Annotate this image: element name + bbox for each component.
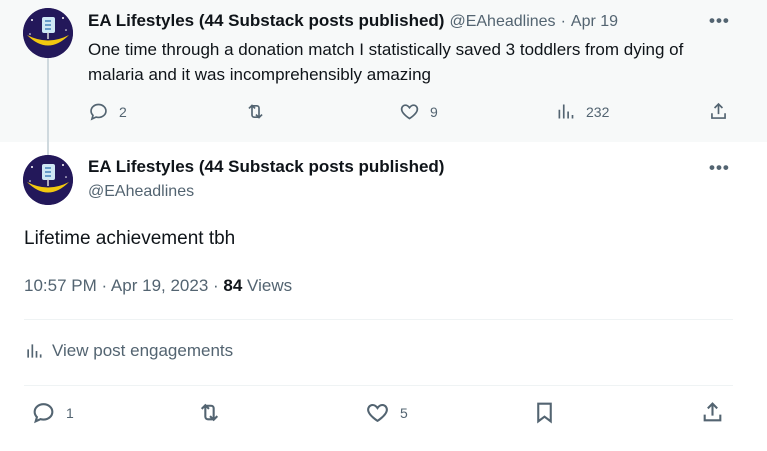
main-like-button[interactable]: 5 <box>365 400 408 425</box>
parent-separator: · <box>560 13 566 30</box>
main-repost-button[interactable] <box>197 400 222 425</box>
main-avatar[interactable] <box>23 155 73 205</box>
main-time-date[interactable]: 10:57 PM · Apr 19, 2023 · <box>24 276 223 295</box>
parent-views-button[interactable]: 232 <box>555 101 609 122</box>
parent-like-count: 9 <box>430 103 438 120</box>
view-engagements-link[interactable]: View post engagements <box>24 341 233 361</box>
more-icon[interactable]: ••• <box>709 11 730 31</box>
parent-reply-count: 2 <box>119 103 127 120</box>
divider <box>24 385 733 386</box>
repost-icon <box>248 104 263 119</box>
parent-repost-button[interactable] <box>245 101 276 122</box>
share-icon <box>703 402 722 422</box>
view-engagements-label: View post engagements <box>52 341 234 360</box>
main-reply-count: 1 <box>66 404 74 421</box>
reply-icon <box>33 403 54 424</box>
parent-author-handle[interactable]: @EAheadlines <box>449 13 555 31</box>
main-share-button[interactable] <box>700 400 725 425</box>
main-action-bar: 1 5 <box>24 400 733 430</box>
reply-icon <box>90 103 107 121</box>
main-view-count: 84 <box>223 276 243 295</box>
bookmark-icon <box>537 402 552 424</box>
thread-connector-line <box>47 58 49 158</box>
analytics-icon <box>558 104 574 119</box>
parent-tweet-text: One time through a donation match I stat… <box>88 40 684 84</box>
parent-view-count: 232 <box>586 103 610 120</box>
divider <box>24 319 733 320</box>
main-reply-button[interactable]: 1 <box>31 400 74 425</box>
analytics-icon <box>27 344 42 358</box>
parent-action-bar: 2 9 232 <box>88 101 733 129</box>
main-author-name[interactable]: EA Lifestyles (44 Substack posts publish… <box>88 157 444 177</box>
main-views-label: Views <box>242 276 293 295</box>
parent-like-button[interactable]: 9 <box>399 101 438 122</box>
heart-icon <box>400 104 419 120</box>
main-like-count: 5 <box>400 404 408 421</box>
parent-header: EA Lifestyles (44 Substack posts publish… <box>88 11 618 31</box>
main-bookmark-button[interactable] <box>532 400 557 425</box>
parent-share-button[interactable] <box>708 101 729 122</box>
main-tweet-timestamp: 10:57 PM · Apr 19, 2023 · 84 Views <box>24 276 292 296</box>
share-icon <box>711 102 726 119</box>
more-icon[interactable]: ••• <box>709 158 730 178</box>
repost-icon <box>200 403 219 422</box>
main-author-handle[interactable]: @EAheadlines <box>88 183 194 201</box>
heart-icon <box>367 403 388 423</box>
main-tweet-text: Lifetime achievement tbh <box>24 228 236 249</box>
parent-avatar[interactable] <box>23 8 73 58</box>
parent-date[interactable]: Apr 19 <box>571 13 618 31</box>
parent-author-name[interactable]: EA Lifestyles (44 Substack posts publish… <box>88 11 444 31</box>
parent-reply-button[interactable]: 2 <box>88 101 127 122</box>
